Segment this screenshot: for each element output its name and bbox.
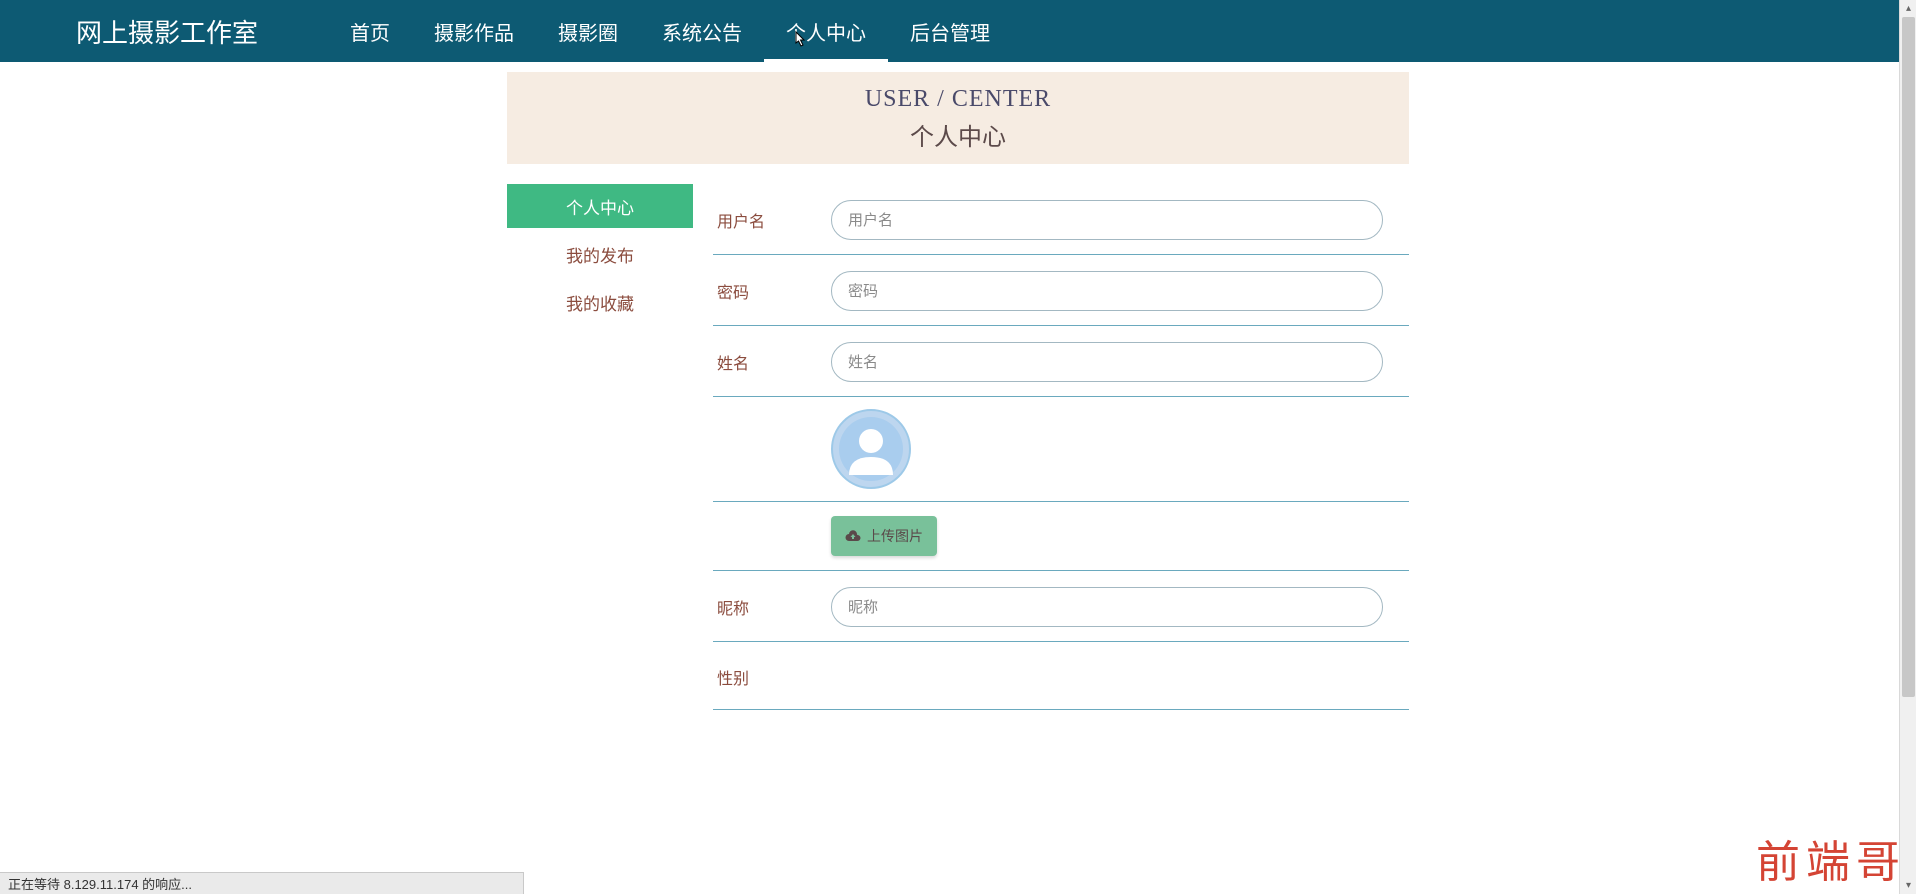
scroll-thumb[interactable] <box>1902 17 1915 697</box>
form-row-realname: 姓名 <box>713 326 1409 397</box>
sidebar-item-my-favorites[interactable]: 我的收藏 <box>507 280 693 324</box>
page-title-zh: 个人中心 <box>507 117 1409 152</box>
browser-status-bar: 正在等待 8.129.11.174 的响应... <box>0 872 524 894</box>
upload-image-button[interactable]: 上传图片 <box>831 516 937 556</box>
nickname-input[interactable] <box>831 587 1383 627</box>
nav-label: 个人中心 <box>786 17 866 46</box>
form-row-username: 用户名 <box>713 184 1409 255</box>
label-username: 用户名 <box>713 208 831 232</box>
nav-admin[interactable]: 后台管理 <box>888 0 1012 62</box>
status-text: 正在等待 8.129.11.174 的响应... <box>8 874 192 893</box>
label-realname: 姓名 <box>713 350 831 374</box>
username-input[interactable] <box>831 200 1383 240</box>
sidebar-item-label: 个人中心 <box>566 194 634 219</box>
label-password: 密码 <box>713 279 831 303</box>
nav-user-center[interactable]: 个人中心 <box>764 0 888 62</box>
cloud-upload-icon <box>845 530 861 542</box>
scroll-up-button[interactable]: ▴ <box>1900 0 1916 17</box>
avatar-placeholder-icon <box>839 417 903 481</box>
form-row-nickname: 昵称 <box>713 571 1409 642</box>
label-nickname: 昵称 <box>713 595 831 619</box>
top-navbar: 网上摄影工作室 首页 摄影作品 摄影圈 系统公告 个人中心 后台管理 <box>0 0 1916 62</box>
form-area: 用户名 密码 姓名 <box>713 184 1409 710</box>
nav-announcement[interactable]: 系统公告 <box>640 0 764 62</box>
nav-circle[interactable]: 摄影圈 <box>536 0 640 62</box>
nav-label: 摄影作品 <box>434 17 514 46</box>
upload-button-label: 上传图片 <box>867 526 923 546</box>
form-row-gender: 性别 <box>713 642 1409 710</box>
form-row-password: 密码 <box>713 255 1409 326</box>
nav-items: 首页 摄影作品 摄影圈 系统公告 个人中心 后台管理 <box>328 0 1012 62</box>
scroll-down-button[interactable]: ▾ <box>1900 877 1916 894</box>
vertical-scrollbar[interactable]: ▴ ▾ <box>1899 0 1916 894</box>
nav-home[interactable]: 首页 <box>328 0 412 62</box>
nav-label: 摄影圈 <box>558 17 618 46</box>
form-row-avatar <box>713 397 1409 502</box>
site-brand: 网上摄影工作室 <box>76 13 258 50</box>
label-gender: 性别 <box>713 665 831 689</box>
password-input[interactable] <box>831 271 1383 311</box>
sidebar-item-my-posts[interactable]: 我的发布 <box>507 232 693 276</box>
nav-label: 首页 <box>350 17 390 46</box>
content-area: 个人中心 我的发布 我的收藏 用户名 密码 姓名 <box>507 184 1409 710</box>
sidebar-item-user-center[interactable]: 个人中心 <box>507 184 693 228</box>
sidebar-item-label: 我的收藏 <box>566 290 634 315</box>
form-row-upload: 上传图片 <box>713 502 1409 571</box>
nav-label: 后台管理 <box>910 17 990 46</box>
nav-label: 系统公告 <box>662 17 742 46</box>
sidebar-item-label: 我的发布 <box>566 242 634 267</box>
realname-input[interactable] <box>831 342 1383 382</box>
sidebar: 个人中心 我的发布 我的收藏 <box>507 184 693 324</box>
page-title-en: USER / CENTER <box>507 86 1409 113</box>
watermark: 前端哥 <box>1756 826 1906 890</box>
avatar[interactable] <box>831 409 911 489</box>
nav-works[interactable]: 摄影作品 <box>412 0 536 62</box>
page-header: USER / CENTER 个人中心 <box>507 72 1409 164</box>
